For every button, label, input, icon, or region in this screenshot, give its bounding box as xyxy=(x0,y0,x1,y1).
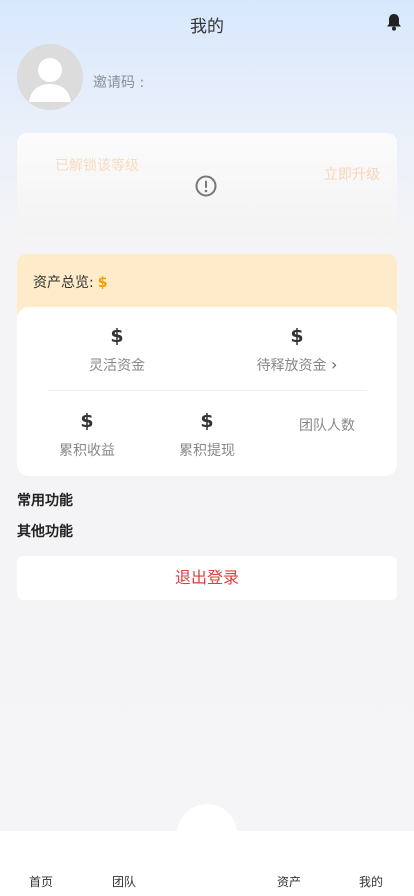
flexible-funds-label: 灵活资金 xyxy=(89,358,145,374)
bell-icon[interactable] xyxy=(384,12,404,32)
avatar[interactable] xyxy=(17,44,83,110)
common-functions-heading: 常用功能 xyxy=(17,493,73,509)
invite-code-label: 邀请码 : xyxy=(93,75,145,91)
team-count[interactable]: 团队人数 xyxy=(267,415,387,435)
cumulative-withdrawals-label: 累积提现 xyxy=(179,443,235,459)
pending-release-value: $ xyxy=(290,325,304,347)
asset-card: $ 灵活资金 $ 待释放资金 › $ 累积收益 $ 累积提现 团队人数 xyxy=(17,307,397,476)
asset-overview-value: $ xyxy=(97,275,108,291)
top-bar: 我的 xyxy=(0,0,414,44)
divider xyxy=(47,390,367,391)
asset-overview-header: 资产总览: $ xyxy=(17,254,397,314)
pending-release-funds[interactable]: $ 待释放资金 › xyxy=(232,325,362,375)
tab-team[interactable]: 团队 xyxy=(112,873,136,890)
asset-overview-title: 资产总览: xyxy=(33,275,94,291)
bottom-tab-bar: 首页 团队 资产 我的 xyxy=(0,831,414,896)
team-count-label: 团队人数 xyxy=(299,418,355,434)
tab-home[interactable]: 首页 xyxy=(29,873,53,890)
cumulative-withdrawals[interactable]: $ 累积提现 xyxy=(147,410,267,460)
page-title: 我的 xyxy=(190,17,224,37)
exclamation-circle-icon xyxy=(195,175,217,197)
pending-release-label: 待释放资金 xyxy=(256,358,327,374)
asset-overview-label: 资产总览: $ xyxy=(33,272,107,292)
flexible-funds[interactable]: $ 灵活资金 xyxy=(57,325,177,375)
cumulative-earnings-label: 累积收益 xyxy=(59,443,115,459)
upgrade-button[interactable]: 立即升级 xyxy=(324,164,380,184)
cumulative-earnings-value: $ xyxy=(80,410,94,432)
tab-mine[interactable]: 我的 xyxy=(359,873,383,890)
cumulative-withdrawals-value: $ xyxy=(200,410,214,432)
tab-assets[interactable]: 资产 xyxy=(277,873,301,890)
logout-button[interactable]: 退出登录 xyxy=(17,556,397,600)
cumulative-earnings[interactable]: $ 累积收益 xyxy=(27,410,147,460)
flexible-funds-value: $ xyxy=(110,325,124,347)
unlocked-level-label: 已解锁该等级 xyxy=(55,158,139,174)
user-avatar-icon xyxy=(17,44,83,110)
chevron-right-icon: › xyxy=(331,355,338,374)
level-card: 已解锁该等级 立即升级 xyxy=(17,133,397,237)
other-functions-heading: 其他功能 xyxy=(17,524,73,540)
